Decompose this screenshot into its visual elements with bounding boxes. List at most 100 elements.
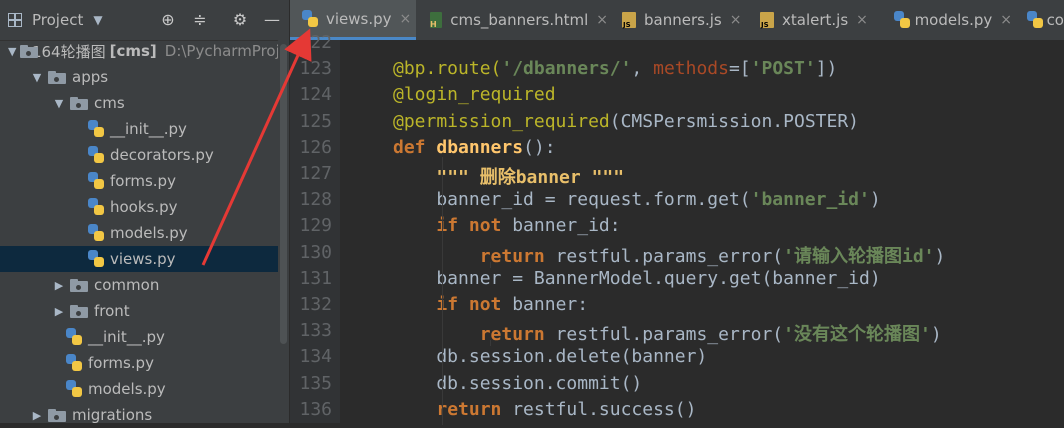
code-token: if not: [436, 294, 513, 315]
code-token: if not: [436, 215, 513, 237]
tree-item-label: apps: [72, 68, 109, 86]
tree-item-label: forms.py: [110, 172, 176, 190]
collapse-arrow-icon[interactable]: ▶: [52, 305, 66, 318]
code-token: 'POST': [750, 58, 816, 80]
sidebar-scrollbar[interactable]: [278, 40, 289, 423]
tree-item-label: __init__.py: [110, 120, 187, 138]
code-token: banner_id:: [512, 215, 621, 237]
folder-icon: [70, 96, 88, 110]
tree-item-forms-py[interactable]: forms.py: [0, 350, 289, 376]
tree-item-init-py[interactable]: __init__.py: [0, 324, 289, 350]
tree-item-init-py[interactable]: __init__.py: [0, 116, 289, 142]
python-file-icon: [302, 9, 318, 28]
line-number: 136: [299, 398, 332, 420]
tree-item-label: models.py: [88, 380, 166, 398]
line-number-gutter: 122 123 124 125 126 127 128 129 130 131 132 133 134 1…: [290, 32, 340, 423]
chevron-down-icon: ▼: [93, 13, 103, 27]
line-number: 123: [299, 58, 332, 80]
tree-item-models-py[interactable]: models.py: [0, 220, 289, 246]
python-file-icon: [88, 146, 104, 164]
code-token: ]): [815, 58, 838, 80]
minimize-icon[interactable]: —: [262, 10, 282, 30]
html-file-icon: [430, 12, 443, 29]
code-token: =[: [728, 58, 751, 80]
line-number: 122: [299, 32, 332, 53]
tree-item-common[interactable]: ▶ common: [0, 272, 289, 298]
code-token: '/dbanners/': [501, 58, 632, 80]
close-icon[interactable]: ×: [1000, 12, 1012, 28]
tree-item-label: decorators.py: [110, 146, 214, 164]
python-file-icon: [66, 328, 82, 346]
tree-item-hooks-py[interactable]: hooks.py: [0, 194, 289, 220]
tab-co[interactable]: co: [1015, 0, 1064, 40]
code-token: ): [934, 245, 946, 267]
collapse-icon[interactable]: ≑: [190, 10, 210, 30]
tree-item-forms-py[interactable]: forms.py: [0, 168, 289, 194]
target-icon[interactable]: ⊕: [158, 10, 178, 30]
tree-item-cms[interactable]: ▼ cms: [0, 90, 289, 116]
code-token: ): [869, 189, 881, 211]
code-token: @permission_required: [393, 110, 610, 132]
project-title: Project: [32, 11, 84, 29]
gear-icon[interactable]: ⚙: [230, 10, 250, 30]
tab-cms-banners-html[interactable]: cms_banners.html ×: [420, 0, 608, 40]
code-token: return: [479, 324, 556, 346]
code-editor[interactable]: 122 123 124 125 126 127 128 129 130 131 132 133 134 1…: [290, 32, 1064, 425]
code-token: @login_required: [393, 84, 556, 106]
code-token: '没有这个轮播图': [783, 324, 931, 346]
code-token: @bp.route(: [393, 58, 502, 80]
tree-item-label: forms.py: [88, 354, 154, 372]
tree-item-views-py[interactable]: views.py: [0, 246, 289, 272]
tab-models-py[interactable]: models.py ×: [882, 0, 1012, 40]
js-file-icon: [760, 12, 774, 29]
tree-item-apps[interactable]: ▼ apps: [0, 64, 289, 90]
js-file-icon: [622, 12, 636, 29]
code-token: (CMSPersmission.POSTER): [609, 110, 859, 132]
folder-icon: [20, 44, 41, 58]
tab-banners-js[interactable]: banners.js ×: [612, 0, 746, 40]
tab-label: banners.js: [644, 11, 722, 29]
code-token: db.session.delete(banner): [393, 346, 708, 368]
code-token: 'banner_id': [750, 189, 870, 211]
project-panel-header: Project ▼ ⊕ ≑ ⚙ —: [0, 0, 289, 41]
tree-item-front[interactable]: ▶ front: [0, 298, 289, 324]
tab-xtalert-js[interactable]: xtalert.js ×: [750, 0, 878, 40]
code-token: banner = BannerModel.query.get(banner_id…: [393, 267, 881, 289]
close-icon[interactable]: ×: [400, 11, 412, 27]
line-number: 128: [299, 189, 332, 211]
close-icon[interactable]: ×: [596, 12, 608, 28]
code-line: return restful.params_error('请输入轮播图id'): [393, 242, 946, 268]
code-token: dbanners: [436, 136, 524, 158]
tree-item-decorators-py[interactable]: decorators.py: [0, 142, 289, 168]
expand-arrow-icon[interactable]: ▼: [8, 45, 16, 58]
close-icon[interactable]: ×: [856, 12, 868, 28]
line-number: 129: [299, 215, 332, 237]
tree-item-migrations[interactable]: ▶ migrations: [0, 402, 289, 428]
python-file-icon: [88, 224, 104, 242]
project-path: D:\PycharmProje: [164, 42, 289, 60]
code-line: """ 删除banner """: [393, 163, 624, 189]
close-icon[interactable]: ×: [730, 12, 742, 28]
collapse-arrow-icon[interactable]: ▶: [52, 279, 66, 292]
scrollbar-thumb[interactable]: [280, 44, 287, 344]
line-number: 124: [299, 84, 332, 106]
project-icon: [8, 13, 22, 27]
tab-label: xtalert.js: [782, 11, 849, 29]
project-view-selector[interactable]: Project ▼: [8, 9, 103, 31]
project-sidebar: Project ▼ ⊕ ≑ ⚙ — ▼ 164轮播图 [cms] D:\Pycharm…: [0, 0, 289, 424]
code-token: '请输入轮播图id': [783, 245, 935, 267]
python-file-icon: [66, 380, 82, 398]
tree-item-164[interactable]: ▼ 164轮播图 [cms] D:\PycharmProje: [0, 38, 289, 64]
collapse-arrow-icon[interactable]: ▶: [30, 409, 44, 422]
expand-arrow-icon[interactable]: ▼: [30, 71, 44, 84]
tree-item-label: views.py: [110, 250, 176, 268]
line-number: 133: [299, 320, 332, 342]
code-token: banner:: [512, 294, 589, 315]
expand-arrow-icon[interactable]: ▼: [52, 97, 66, 110]
code-token: ,: [631, 58, 654, 80]
python-file-icon: [66, 354, 82, 372]
tree-item-models-py[interactable]: models.py: [0, 376, 289, 402]
